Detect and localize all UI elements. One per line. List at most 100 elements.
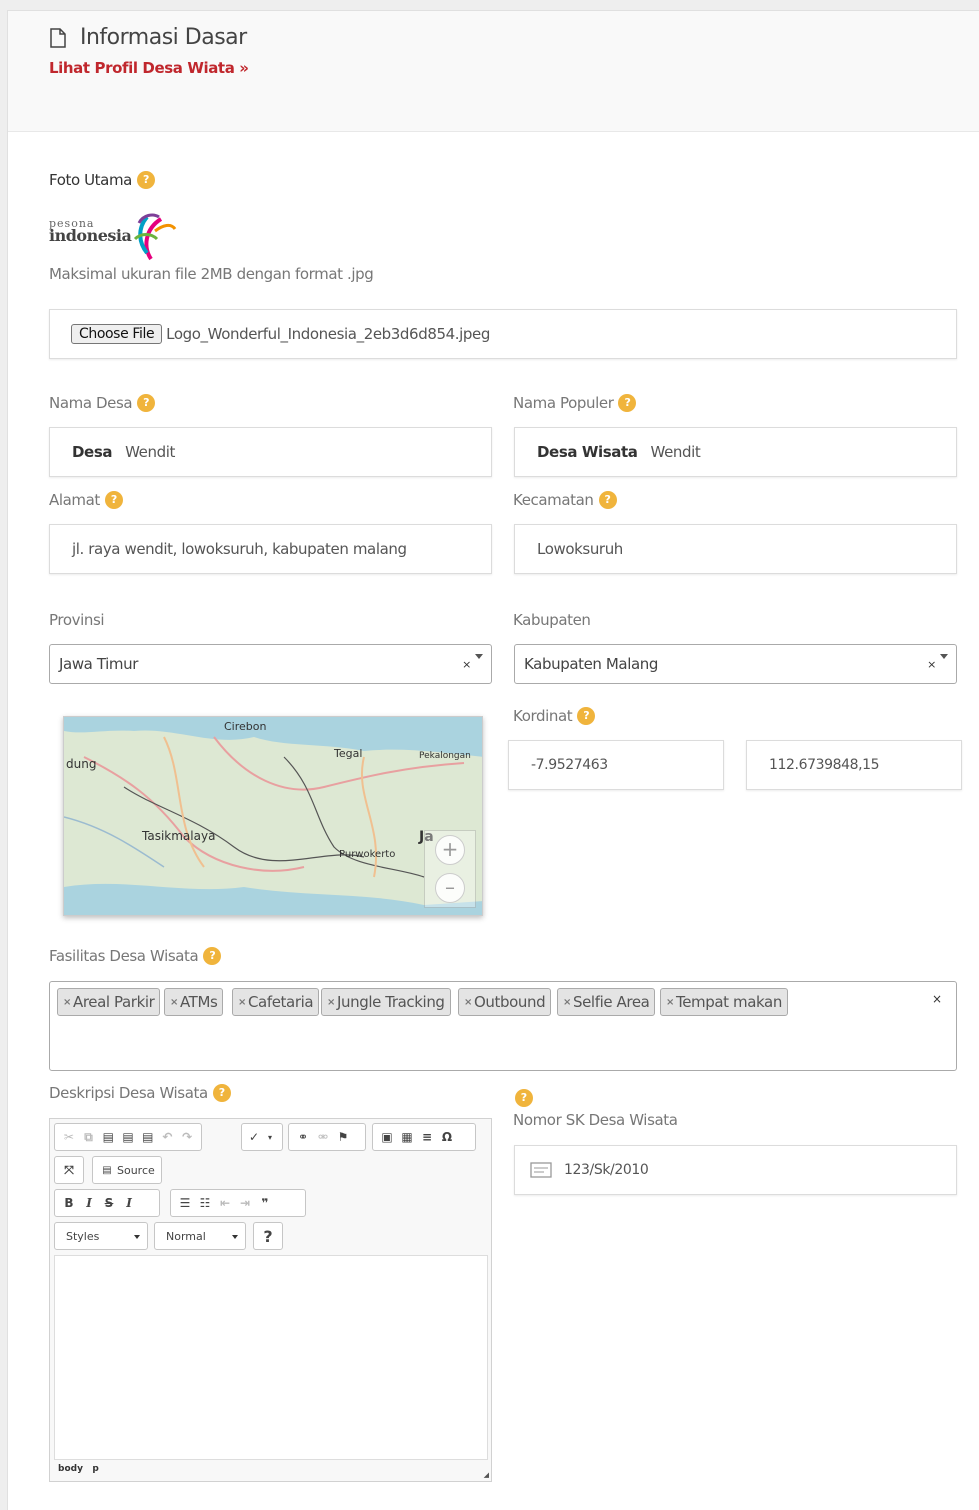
tag-remove-icon[interactable]: × bbox=[170, 997, 178, 1008]
nama-populer-input[interactable]: Desa Wisata Wendit bbox=[514, 427, 957, 477]
horizontal-rule-icon[interactable]: ≡ bbox=[417, 1127, 437, 1147]
tag-remove-icon[interactable]: × bbox=[238, 997, 246, 1008]
path-p[interactable]: p bbox=[92, 1464, 98, 1474]
zoom-out-button[interactable]: – bbox=[435, 873, 465, 903]
tag-remove-icon[interactable]: × bbox=[63, 997, 71, 1008]
chevron-down-icon[interactable] bbox=[232, 1235, 238, 1239]
cut-icon[interactable]: ✂ bbox=[59, 1127, 79, 1147]
fasilitas-tag[interactable]: × Outbound bbox=[458, 988, 552, 1016]
bullet-list-icon[interactable]: ☷ bbox=[195, 1193, 215, 1213]
nama-desa-prefix: Desa bbox=[72, 443, 113, 461]
chevron-down-icon[interactable] bbox=[940, 654, 948, 659]
tag-label: Cafetaria bbox=[247, 993, 314, 1011]
fasilitas-label-text: Fasilitas Desa Wisata bbox=[49, 947, 199, 965]
zoom-in-button[interactable]: + bbox=[435, 835, 465, 865]
anchor-flag-icon[interactable]: ⚑ bbox=[333, 1127, 353, 1147]
redo-icon[interactable]: ↷ bbox=[177, 1127, 197, 1147]
kordinat-label-text: Kordinat bbox=[513, 707, 573, 725]
fasilitas-clear-icon[interactable]: × bbox=[932, 992, 942, 1006]
foto-utama-label-text: Foto Utama bbox=[49, 171, 132, 189]
resize-handle-icon[interactable]: ◢ bbox=[484, 1471, 489, 1479]
choose-file-button[interactable]: Choose File bbox=[71, 324, 163, 344]
help-icon[interactable]: ? bbox=[203, 947, 222, 965]
chevron-down-icon[interactable] bbox=[134, 1235, 140, 1239]
paste-icon[interactable]: ▤ bbox=[98, 1127, 118, 1147]
help-icon[interactable]: ? bbox=[515, 1089, 533, 1107]
logo-text-bottom: indonesia bbox=[49, 226, 132, 245]
remove-format-icon[interactable]: I bbox=[119, 1193, 139, 1213]
help-icon[interactable]: ? bbox=[137, 394, 156, 412]
paste-text-icon[interactable]: ▤ bbox=[118, 1127, 138, 1147]
image-icon[interactable]: ▣ bbox=[377, 1127, 397, 1147]
help-icon[interactable]: ? bbox=[104, 491, 123, 509]
fasilitas-tag[interactable]: × Selfie Area bbox=[557, 988, 656, 1016]
numbered-list-icon[interactable]: ☰ bbox=[175, 1193, 195, 1213]
editor-content-area[interactable] bbox=[54, 1255, 488, 1460]
nama-desa-label-text: Nama Desa bbox=[49, 394, 133, 412]
unlink-icon[interactable]: ⚮ bbox=[313, 1127, 333, 1147]
list-toolbar: ☰ ☷ ⇤ ⇥ ❞ bbox=[170, 1189, 306, 1217]
tag-remove-icon[interactable]: × bbox=[327, 997, 335, 1008]
nama-populer-value: Wendit bbox=[650, 443, 701, 461]
document-icon bbox=[50, 27, 66, 48]
fasilitas-tag[interactable]: × Cafetaria bbox=[232, 988, 320, 1016]
indent-icon[interactable]: ⇥ bbox=[235, 1193, 255, 1213]
undo-icon[interactable]: ↶ bbox=[158, 1127, 178, 1147]
paste-word-icon[interactable]: ▤ bbox=[138, 1127, 158, 1147]
tag-remove-icon[interactable]: × bbox=[464, 997, 472, 1008]
fasilitas-tag[interactable]: × Areal Parkir bbox=[57, 988, 161, 1016]
page-title: Informasi Dasar bbox=[50, 25, 247, 50]
link-icon[interactable]: ⚭ bbox=[293, 1127, 313, 1147]
map-label: Cirebon bbox=[224, 720, 267, 733]
provinsi-clear-icon[interactable]: × bbox=[462, 658, 471, 671]
tag-label: Jungle Tracking bbox=[336, 993, 445, 1011]
kabupaten-clear-icon[interactable]: × bbox=[927, 658, 936, 671]
fasilitas-tag[interactable]: × Tempat makan bbox=[660, 988, 788, 1016]
fasilitas-tag[interactable]: × ATMs bbox=[164, 988, 224, 1016]
nama-desa-input[interactable]: Desa Wendit bbox=[49, 427, 492, 477]
help-icon[interactable]: ? bbox=[212, 1084, 231, 1102]
kabupaten-select[interactable]: Kabupaten Malang × bbox=[514, 644, 957, 684]
provinsi-select[interactable]: Jawa Timur × bbox=[49, 644, 492, 684]
styles-dropdown[interactable]: Styles bbox=[54, 1222, 148, 1250]
fasilitas-multiselect[interactable]: × Areal Parkir × ATMs × Cafetaria × Jungle T… bbox=[49, 981, 957, 1071]
fasilitas-tag[interactable]: × Jungle Tracking bbox=[321, 988, 451, 1016]
italic-icon[interactable]: I bbox=[79, 1193, 99, 1213]
file-upload-field[interactable]: Choose File Logo_Wonderful_Indonesia_2eb… bbox=[49, 309, 957, 359]
copy-icon[interactable]: ⧉ bbox=[79, 1127, 99, 1147]
source-toolbar: ▤ Source bbox=[92, 1156, 162, 1184]
help-icon[interactable]: ? bbox=[136, 171, 155, 189]
strike-icon[interactable]: S bbox=[99, 1193, 119, 1213]
bold-icon[interactable]: B bbox=[59, 1193, 79, 1213]
longitude-input[interactable]: 112.6739848,15 bbox=[746, 740, 962, 790]
nama-desa-label: Nama Desa ? bbox=[49, 394, 156, 412]
path-body[interactable]: body bbox=[58, 1464, 83, 1474]
latitude-input[interactable]: -7.9527463 bbox=[508, 740, 724, 790]
table-icon[interactable]: ▦ bbox=[397, 1127, 417, 1147]
kecamatan-input[interactable]: Lowoksuruh bbox=[514, 524, 957, 574]
nomor-sk-input[interactable]: 123/Sk/2010 bbox=[514, 1145, 957, 1195]
special-char-icon[interactable]: Ω bbox=[437, 1127, 457, 1147]
kabupaten-value: Kabupaten Malang bbox=[524, 655, 659, 673]
tag-remove-icon[interactable]: × bbox=[666, 997, 674, 1008]
chevron-down-icon[interactable]: ▾ bbox=[262, 1127, 278, 1147]
format-dropdown[interactable]: Normal bbox=[154, 1222, 246, 1250]
alamat-input[interactable]: jl. raya wendit, lowoksuruh, kabupaten m… bbox=[49, 524, 492, 574]
tag-remove-icon[interactable]: × bbox=[563, 997, 571, 1008]
view-profile-link[interactable]: Lihat Profil Desa Wiata » bbox=[49, 59, 249, 77]
link-toolbar: ⚭ ⚮ ⚑ bbox=[288, 1123, 366, 1151]
help-icon[interactable]: ? bbox=[598, 491, 617, 509]
editor-help-icon[interactable]: ? bbox=[258, 1226, 278, 1246]
blockquote-icon[interactable]: ❞ bbox=[255, 1193, 275, 1213]
spellcheck-icon[interactable]: ✓ bbox=[246, 1127, 262, 1147]
location-map[interactable]: Cirebon Tegal Pekalongan dung Tasikmalay… bbox=[63, 716, 483, 916]
map-label: dung bbox=[66, 757, 97, 771]
page-title-text: Informasi Dasar bbox=[80, 25, 247, 50]
outdent-icon[interactable]: ⇤ bbox=[215, 1193, 235, 1213]
chevron-down-icon[interactable] bbox=[475, 654, 483, 659]
help-icon[interactable]: ? bbox=[618, 394, 637, 412]
source-button[interactable]: Source bbox=[117, 1164, 155, 1177]
help-icon[interactable]: ? bbox=[577, 707, 596, 725]
form-header: Informasi Dasar Lihat Profil Desa Wiata … bbox=[8, 11, 979, 132]
maximize-icon[interactable]: ⤧ bbox=[59, 1160, 79, 1180]
